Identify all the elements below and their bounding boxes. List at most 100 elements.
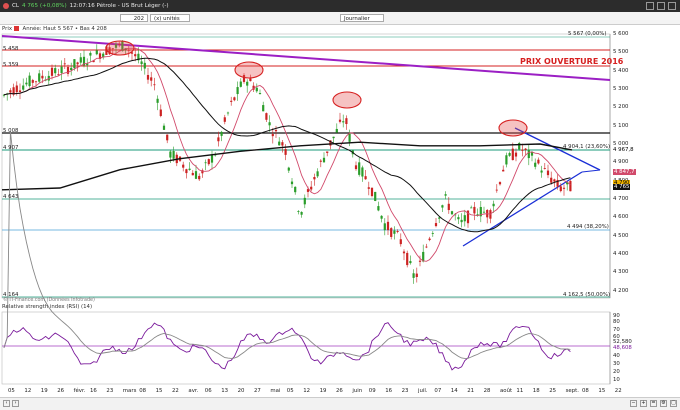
candle-body[interactable] [34, 81, 38, 83]
candle-body[interactable] [79, 57, 82, 63]
candle-body[interactable] [265, 113, 268, 120]
candle-body[interactable] [434, 223, 438, 227]
candle-body[interactable] [294, 186, 297, 193]
candle-body[interactable] [447, 203, 450, 211]
candle-body[interactable] [505, 155, 508, 165]
candle-body[interactable] [166, 134, 169, 141]
candle-body[interactable] [162, 125, 166, 130]
candle-body[interactable] [502, 169, 505, 172]
candle-body[interactable] [460, 219, 463, 223]
candle-body[interactable] [438, 217, 441, 219]
candle-body[interactable] [207, 159, 210, 165]
candle-body[interactable] [185, 169, 188, 174]
candle-body[interactable] [271, 134, 274, 137]
candle-body[interactable] [444, 194, 447, 196]
settings-icon[interactable]: ⚙ [660, 400, 667, 407]
candle-body[interactable] [172, 151, 175, 159]
candle-body[interactable] [383, 223, 386, 231]
candle-body[interactable] [316, 171, 319, 177]
candle-body[interactable] [310, 186, 313, 190]
candle-body[interactable] [95, 50, 98, 55]
candle-body[interactable] [31, 80, 34, 83]
candle-body[interactable] [210, 155, 214, 163]
candle-body[interactable] [463, 215, 466, 222]
candle-body[interactable] [345, 118, 348, 125]
candle-body[interactable] [386, 221, 390, 231]
candle-body[interactable] [18, 90, 22, 93]
candle-body[interactable] [281, 142, 284, 146]
candle-body[interactable] [492, 203, 495, 207]
candle-body[interactable] [396, 230, 399, 232]
candle-body[interactable] [50, 67, 54, 76]
candle-body[interactable] [543, 168, 546, 169]
candle-body[interactable] [182, 164, 185, 168]
candle-body[interactable] [15, 85, 18, 93]
reset-zoom-icon[interactable]: = [650, 400, 657, 407]
candle-body[interactable] [156, 98, 159, 103]
candle-body[interactable] [143, 62, 146, 69]
candle-body[interactable] [89, 52, 92, 56]
candle-body[interactable] [41, 75, 44, 79]
short-moving-average[interactable] [3, 47, 571, 262]
fit-icon[interactable]: ▢ [670, 400, 677, 407]
candle-body[interactable] [450, 211, 454, 215]
candle-body[interactable] [338, 119, 342, 122]
candle-body[interactable] [390, 228, 393, 237]
candle-body[interactable] [524, 148, 527, 150]
candle-body[interactable] [441, 205, 444, 208]
candle-body[interactable] [431, 233, 434, 234]
candle-body[interactable] [146, 74, 150, 80]
candle-body[interactable] [335, 128, 338, 133]
candle-body[interactable] [342, 121, 345, 123]
candle-body[interactable] [406, 252, 409, 266]
candle-body[interactable] [54, 68, 57, 74]
candle-body[interactable] [367, 187, 370, 189]
candle-body[interactable] [188, 168, 191, 170]
candle-body[interactable] [22, 85, 25, 90]
candle-body[interactable] [358, 162, 361, 175]
candle-body[interactable] [319, 160, 322, 162]
candle-body[interactable] [498, 182, 502, 185]
candle-body[interactable] [73, 59, 76, 68]
candle-body[interactable] [508, 153, 511, 156]
candle-body[interactable] [495, 189, 498, 191]
rsi-signal-line[interactable] [3, 131, 571, 359]
zoom-out-icon[interactable]: − [630, 400, 637, 407]
candle-body[interactable] [377, 206, 380, 211]
candle-body[interactable] [134, 54, 137, 57]
candle-body[interactable] [550, 177, 553, 183]
scroll-right-icon[interactable]: › [12, 400, 19, 407]
candle-body[interactable] [546, 170, 550, 176]
candle-body[interactable] [159, 109, 162, 117]
candle-body[interactable] [153, 84, 156, 86]
candle-body[interactable] [70, 67, 73, 71]
candle-body[interactable] [374, 191, 377, 201]
candle-body[interactable] [25, 82, 28, 85]
candle-body[interactable] [470, 207, 473, 209]
candle-body[interactable] [540, 170, 543, 173]
candle-body[interactable] [60, 66, 63, 74]
candle-body[interactable] [569, 180, 572, 192]
purple-trendline[interactable] [1, 35, 611, 81]
candle-body[interactable] [370, 187, 374, 197]
candle-body[interactable] [169, 151, 172, 158]
candle-body[interactable] [194, 171, 198, 179]
candle-body[interactable] [412, 273, 415, 278]
candle-body[interactable] [191, 172, 194, 176]
candle-body[interactable] [140, 61, 143, 65]
candle-body[interactable] [530, 152, 534, 156]
candle-body[interactable] [303, 197, 306, 205]
candle-body[interactable] [230, 100, 233, 102]
candle-body[interactable] [313, 176, 316, 180]
candle-body[interactable] [482, 211, 486, 213]
candle-body[interactable] [418, 260, 422, 262]
scroll-left-icon[interactable]: ‹ [3, 400, 10, 407]
candle-body[interactable] [521, 149, 524, 151]
candle-body[interactable] [428, 238, 431, 241]
candle-body[interactable] [28, 75, 31, 87]
candle-body[interactable] [322, 157, 326, 163]
candle-body[interactable] [297, 211, 300, 212]
candle-body[interactable] [226, 112, 230, 114]
candle-body[interactable] [562, 187, 566, 189]
candle-body[interactable] [300, 211, 303, 215]
